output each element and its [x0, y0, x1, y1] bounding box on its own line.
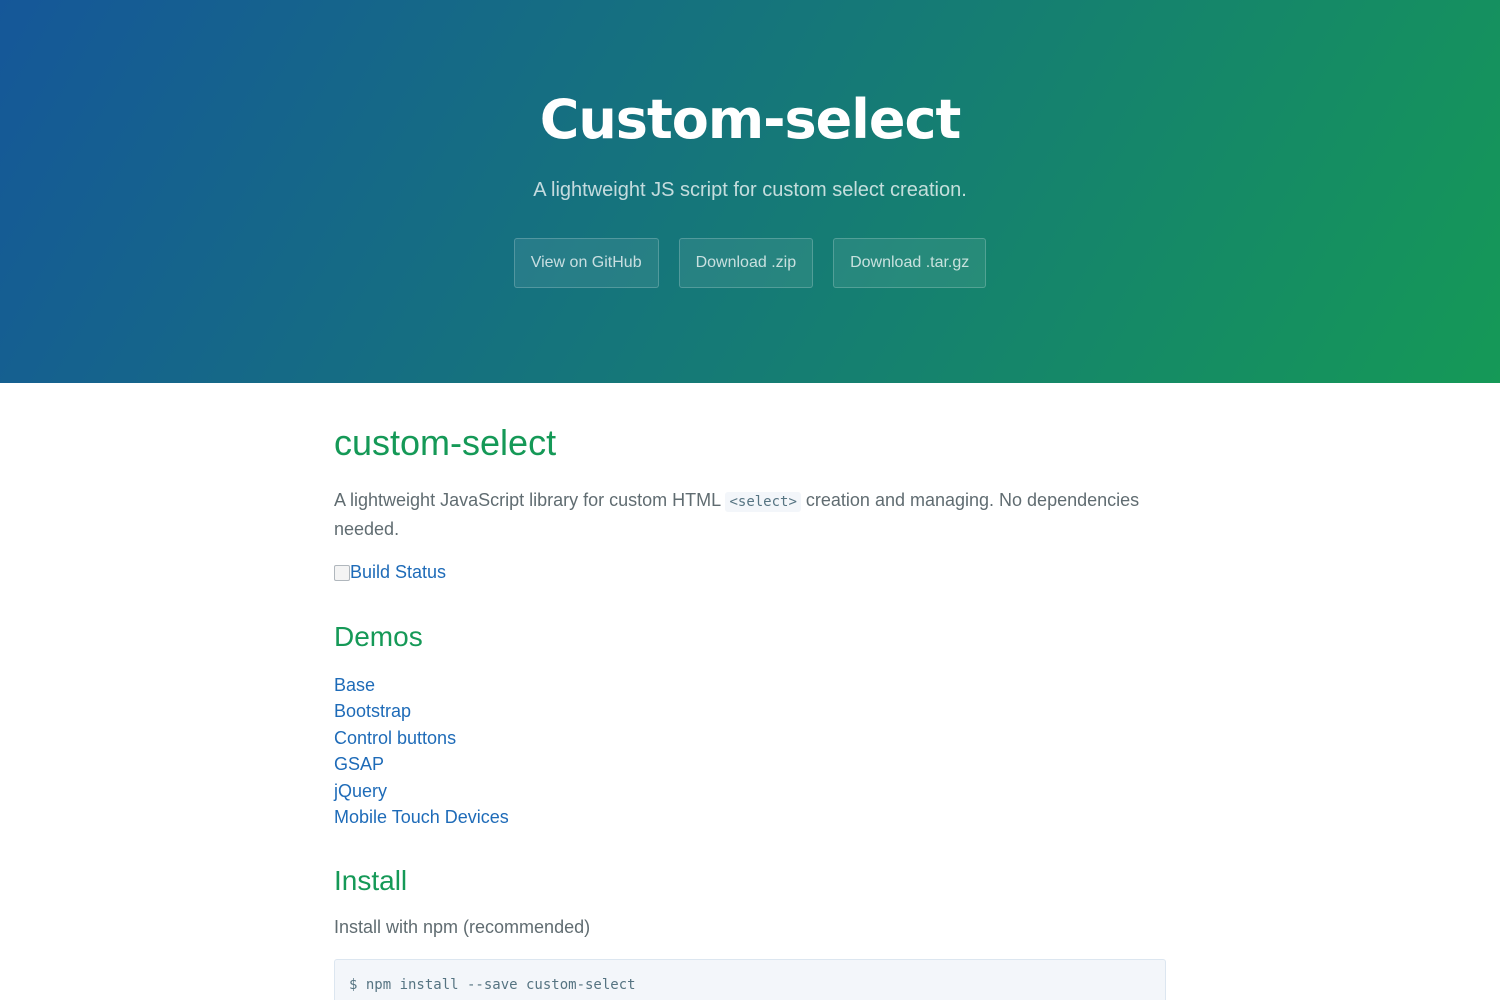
- list-item: Base: [334, 672, 1166, 698]
- demo-link-base[interactable]: Base: [334, 675, 375, 695]
- list-item: Control buttons: [334, 725, 1166, 751]
- install-command-block[interactable]: $ npm install --save custom-select: [334, 959, 1166, 1000]
- main-content: custom-select A lightweight JavaScript l…: [334, 383, 1166, 1000]
- demo-link-jquery[interactable]: jQuery: [334, 781, 387, 801]
- build-status-badge[interactable]: Build Status: [334, 559, 1166, 586]
- broken-image-icon: [334, 564, 350, 581]
- list-item: Bootstrap: [334, 698, 1166, 724]
- download-targz-button[interactable]: Download .tar.gz: [833, 238, 987, 288]
- list-item: jQuery: [334, 778, 1166, 804]
- demo-list: Base Bootstrap Control buttons GSAP jQue…: [334, 672, 1166, 830]
- page-title: custom-select: [334, 422, 557, 463]
- install-heading: Install: [334, 865, 408, 897]
- page-header: Custom-select A lightweight JS script fo…: [0, 0, 1500, 383]
- demo-link-mobile-touch[interactable]: Mobile Touch Devices: [334, 807, 509, 827]
- project-name: Custom-select: [539, 88, 962, 151]
- header-buttons: View on GitHub Download .zip Download .t…: [0, 238, 1500, 288]
- install-text: Install with npm (recommended): [334, 917, 591, 938]
- build-status-link[interactable]: Build Status: [350, 559, 446, 586]
- view-on-github-button[interactable]: View on GitHub: [513, 238, 659, 288]
- demos-heading: Demos: [334, 621, 423, 652]
- select-code: <select>: [725, 492, 801, 512]
- demo-link-control-buttons[interactable]: Control buttons: [334, 728, 456, 748]
- list-item: GSAP: [334, 751, 1166, 777]
- demo-link-gsap[interactable]: GSAP: [334, 754, 384, 774]
- project-tagline: A lightweight JS script for custom selec…: [533, 179, 967, 201]
- list-item: Mobile Touch Devices: [334, 804, 1166, 830]
- download-zip-button[interactable]: Download .zip: [678, 238, 814, 288]
- demo-link-bootstrap[interactable]: Bootstrap: [334, 701, 411, 721]
- intro-paragraph: A lightweight JavaScript library for cus…: [334, 487, 1166, 543]
- intro-text-before: A lightweight JavaScript library for cus…: [334, 490, 726, 510]
